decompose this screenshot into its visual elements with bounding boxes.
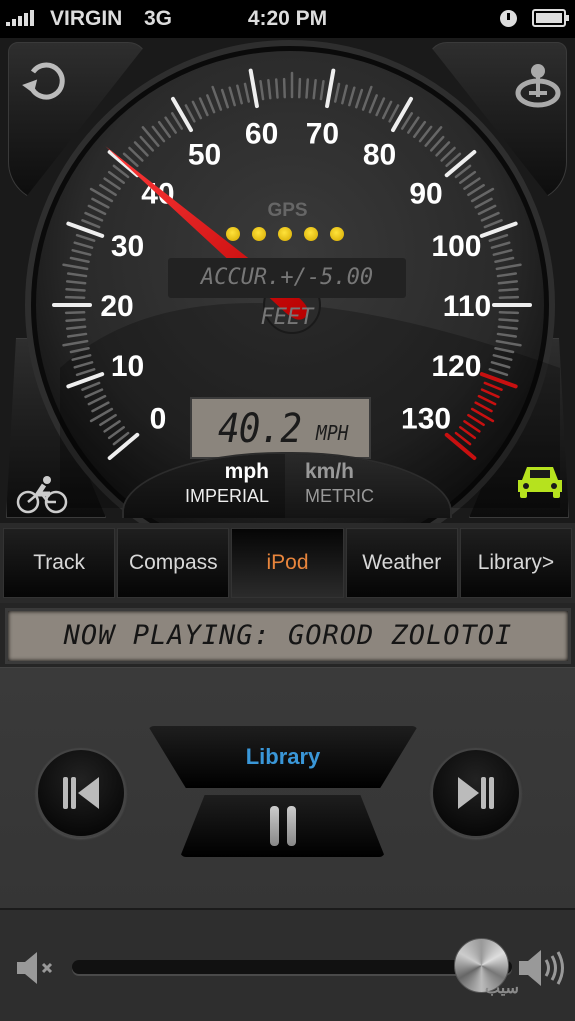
tick-label: 10	[111, 350, 144, 383]
volume-slider[interactable]	[72, 960, 512, 974]
volume-bar: ﺳﯿﺐ	[0, 908, 575, 1021]
minor-tick	[64, 295, 86, 299]
alarm-clock-icon	[500, 10, 517, 27]
tick-label: 30	[111, 230, 144, 263]
status-time: 4:20 PM	[247, 7, 328, 30]
metric-label: METRIC	[305, 486, 374, 506]
reset-icon	[22, 62, 65, 100]
pause-icon	[269, 806, 296, 846]
metric-option[interactable]: km/h METRIC	[285, 454, 450, 518]
tab-weather[interactable]: Weather	[345, 528, 458, 598]
speed-unit: MPH	[316, 421, 349, 445]
minor-tick	[65, 287, 86, 292]
gps-signal-dot	[330, 227, 344, 241]
accuracy-display: ACCUR.+/-5.00 FEET	[168, 258, 406, 330]
gps-signal-dot	[226, 227, 240, 241]
previous-track-icon	[63, 777, 99, 809]
status-bar: VIRGIN 3G 4:20 PM	[0, 0, 575, 38]
tick-label: 130	[401, 402, 451, 435]
minor-tick	[498, 295, 520, 299]
joystick-icon	[515, 64, 561, 108]
minor-tick	[298, 77, 302, 99]
speaker-mute-icon[interactable]	[15, 950, 59, 986]
watermark-logo: ﺳﯿﺐ	[485, 980, 519, 997]
minor-tick	[305, 78, 310, 99]
minor-tick	[498, 318, 519, 323]
minor-tick	[274, 78, 279, 99]
tick-label: 60	[245, 118, 278, 151]
imperial-label: IMPERIAL	[184, 486, 269, 506]
tick-label: 50	[188, 138, 221, 171]
speedometer-panel: 0102030405060708090100110120130	[0, 38, 575, 523]
next-track-icon	[458, 777, 494, 809]
minor-tick	[498, 311, 520, 315]
gps-signal-dot	[252, 227, 266, 241]
library-button[interactable]: Library	[148, 726, 418, 788]
minor-tick	[282, 77, 286, 99]
tick-label: 20	[100, 290, 133, 323]
imperial-unit: mph	[224, 460, 269, 483]
gps-label: GPS	[267, 200, 308, 221]
minor-tick	[498, 287, 519, 292]
minor-tick	[64, 311, 86, 315]
bicycle-icon	[16, 476, 68, 514]
metric-unit: km/h	[305, 460, 355, 483]
tab-compass[interactable]: Compass	[117, 528, 230, 598]
tick-label: 70	[306, 118, 339, 151]
speaker-loud-icon[interactable]	[515, 946, 567, 990]
battery-icon	[532, 9, 569, 27]
tab-bar: Track Compass iPod Weather Library>	[0, 523, 575, 603]
tab-library[interactable]: Library>	[459, 528, 573, 598]
previous-track-button[interactable]	[36, 748, 126, 838]
unit-toggle: mph IMPERIAL km/h METRIC	[122, 452, 452, 518]
gps-signal-indicator	[226, 227, 344, 241]
tab-ipod[interactable]: iPod	[231, 528, 344, 598]
imperial-option[interactable]: mph IMPERIAL	[124, 454, 285, 518]
tick-label: 120	[431, 350, 481, 383]
tick-label: 110	[443, 290, 491, 323]
speed-display: 40.2 MPH	[190, 397, 371, 459]
media-player: Library	[0, 668, 575, 908]
now-playing-text: NOW PLAYING: GOROD ZOLOTOI AKVA...	[5, 608, 571, 701]
gps-signal-dot	[278, 227, 292, 241]
pause-button[interactable]	[180, 795, 385, 857]
tick-label: 0	[150, 402, 167, 435]
tick-label: 100	[431, 230, 481, 263]
gps-signal-dot	[304, 227, 318, 241]
speed-value: 40.2	[218, 406, 302, 452]
next-track-button[interactable]	[431, 748, 521, 838]
tab-track[interactable]: Track	[3, 528, 116, 598]
now-playing-bar: NOW PLAYING: GOROD ZOLOTOI AKVA...	[0, 603, 575, 701]
tick-label: 80	[363, 138, 396, 171]
minor-tick	[65, 318, 86, 323]
